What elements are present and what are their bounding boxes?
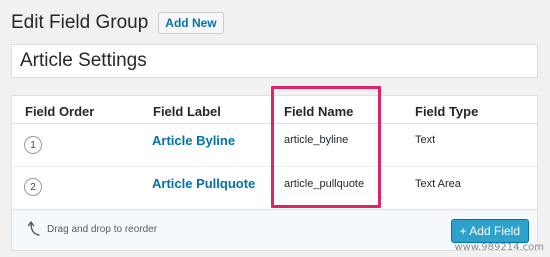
column-header-field-order: Field Order <box>25 104 95 119</box>
field-label-link[interactable]: Article Byline <box>152 133 235 148</box>
page-header: Edit Field Group Add New <box>11 11 224 35</box>
field-group-title-value: Article Settings <box>20 50 147 71</box>
field-type-text: Text Area <box>415 178 461 190</box>
drag-drop-hint: Drag and drop to reorder <box>47 224 158 235</box>
field-order-badge[interactable]: 2 <box>24 178 42 196</box>
page-title: Edit Field Group <box>11 12 149 33</box>
field-order-badge[interactable]: 1 <box>24 136 42 154</box>
row-divider <box>12 166 537 167</box>
field-group-title-input[interactable]: Article Settings <box>11 44 538 78</box>
column-header-field-label: Field Label <box>153 104 221 119</box>
column-header-field-type: Field Type <box>415 104 479 119</box>
field-label-link[interactable]: Article Pullquote <box>152 176 255 191</box>
header-divider <box>12 123 537 124</box>
fields-table: Field Order Field Label Field Name Field… <box>11 95 538 251</box>
field-type-text: Text <box>415 134 436 146</box>
field-name-text: article_pullquote <box>284 178 365 190</box>
watermark: www.989214.com <box>454 242 544 253</box>
add-new-button[interactable]: Add New <box>158 12 224 34</box>
curved-arrow-up-icon <box>28 221 40 236</box>
page: Edit Field Group Add New Article Setting… <box>0 0 550 257</box>
field-name-text: article_byline <box>284 134 349 146</box>
column-header-field-name: Field Name <box>284 104 354 119</box>
add-field-button[interactable]: + Add Field <box>450 219 529 243</box>
